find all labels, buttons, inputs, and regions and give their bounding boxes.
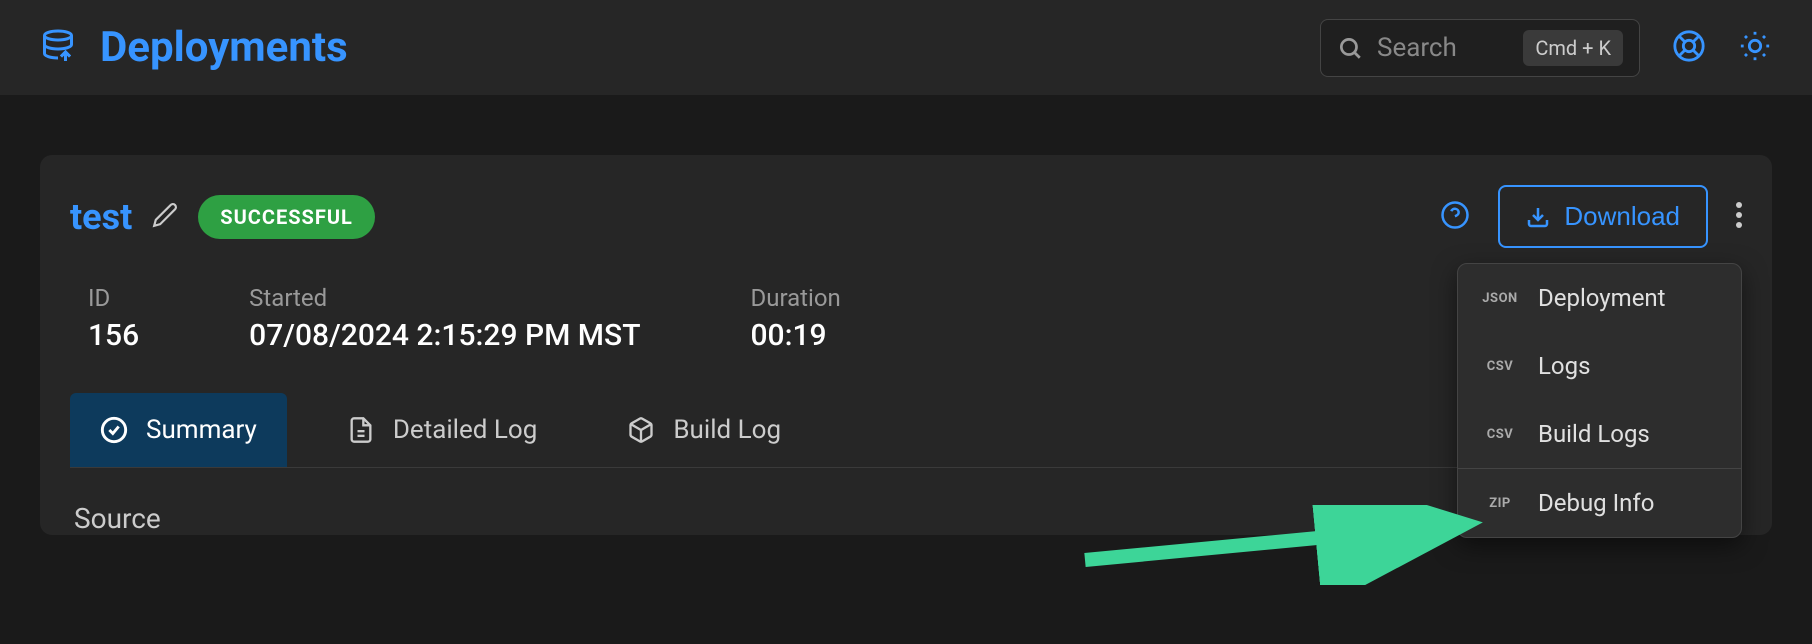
- meta-started: Started 07/08/2024 2:15:29 PM MST: [249, 284, 640, 353]
- meta-started-label: Started: [249, 284, 640, 312]
- csv-badge-icon: CSV: [1480, 359, 1520, 374]
- tab-summary[interactable]: Summary: [70, 393, 287, 467]
- download-dropdown: JSON Deployment CSV Logs CSV Build Logs …: [1457, 263, 1742, 538]
- json-badge-icon: JSON: [1480, 291, 1520, 306]
- dropdown-item-debug-info[interactable]: ZIP Debug Info: [1458, 469, 1741, 537]
- meta-started-value: 07/08/2024 2:15:29 PM MST: [249, 318, 640, 353]
- dropdown-item-label: Debug Info: [1538, 489, 1654, 517]
- card-header: test SUCCESSFUL: [70, 185, 1742, 248]
- deployments-logo-icon[interactable]: [40, 28, 76, 68]
- content-wrapper: test SUCCESSFUL: [0, 95, 1812, 535]
- dropdown-item-label: Deployment: [1538, 284, 1666, 312]
- dropdown-item-logs[interactable]: CSV Logs: [1458, 332, 1741, 400]
- page-title: Deployments: [100, 23, 348, 72]
- check-circle-icon: [100, 416, 128, 444]
- card-header-actions: Download: [1440, 185, 1742, 248]
- search-placeholder: Search: [1377, 33, 1509, 63]
- download-button[interactable]: Download: [1498, 185, 1708, 248]
- tab-build-log-label: Build Log: [673, 415, 781, 445]
- app-header: Deployments Search Cmd + K: [0, 0, 1812, 95]
- dropdown-item-deployment[interactable]: JSON Deployment: [1458, 264, 1741, 332]
- header-left: Deployments: [40, 23, 348, 72]
- dropdown-item-build-logs[interactable]: CSV Build Logs: [1458, 400, 1741, 468]
- deployment-card: test SUCCESSFUL: [40, 155, 1772, 535]
- csv-badge-icon: CSV: [1480, 427, 1520, 442]
- dropdown-item-label: Build Logs: [1538, 420, 1650, 448]
- file-text-icon: [347, 416, 375, 444]
- search-input[interactable]: Search Cmd + K: [1320, 19, 1640, 77]
- download-icon: [1526, 205, 1550, 229]
- deployment-name[interactable]: test: [70, 196, 132, 238]
- meta-duration-value: 00:19: [750, 318, 840, 353]
- download-button-label: Download: [1564, 201, 1680, 232]
- more-vertical-icon[interactable]: [1736, 201, 1742, 233]
- tab-summary-label: Summary: [146, 415, 257, 445]
- help-lifebuoy-icon[interactable]: [1672, 29, 1706, 67]
- meta-id-label: ID: [88, 284, 139, 312]
- tab-detailed-log-label: Detailed Log: [393, 415, 537, 445]
- status-badge: SUCCESSFUL: [198, 195, 375, 239]
- meta-id: ID 156: [88, 284, 139, 353]
- zip-badge-icon: ZIP: [1480, 496, 1520, 511]
- dropdown-item-label: Logs: [1538, 352, 1590, 380]
- edit-pencil-icon[interactable]: [152, 202, 178, 232]
- tab-build-log[interactable]: Build Log: [597, 393, 811, 467]
- meta-duration: Duration 00:19: [750, 284, 840, 353]
- meta-id-value: 156: [88, 318, 139, 353]
- search-icon: [1337, 35, 1363, 61]
- theme-sun-icon[interactable]: [1738, 29, 1772, 67]
- cube-icon: [627, 416, 655, 444]
- help-circle-icon[interactable]: [1440, 200, 1470, 234]
- meta-duration-label: Duration: [750, 284, 840, 312]
- tab-detailed-log[interactable]: Detailed Log: [317, 393, 567, 467]
- header-right: Search Cmd + K: [1320, 19, 1772, 77]
- search-kbd-hint: Cmd + K: [1523, 30, 1623, 66]
